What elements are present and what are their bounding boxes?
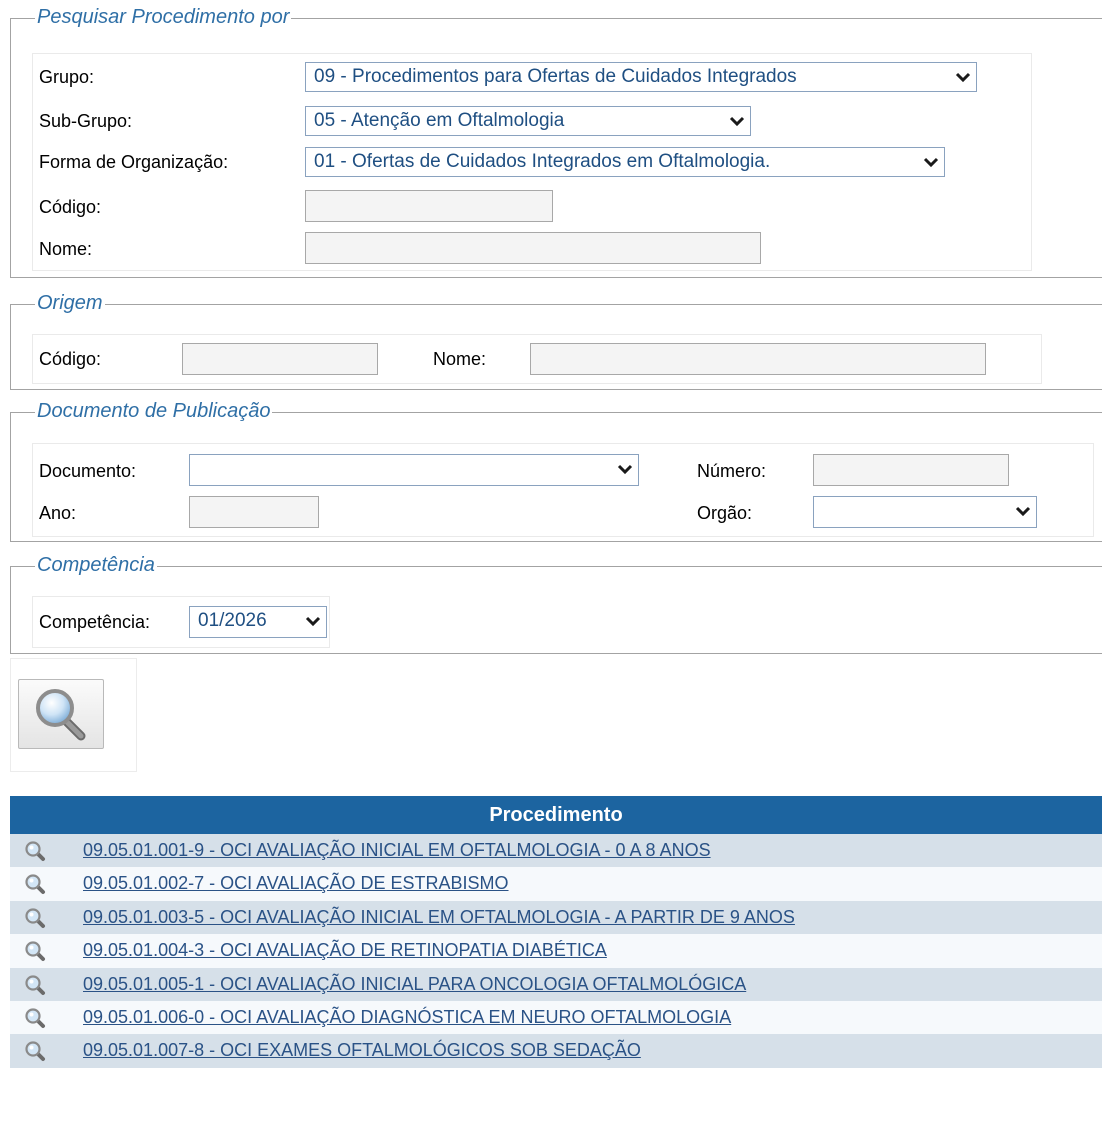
- documento-panel: Documento: Número: Ano: Orgão:: [32, 443, 1094, 537]
- procedure-link[interactable]: 09.05.01.004-3 - OCI AVALIAÇÃO DE RETINO…: [83, 934, 607, 967]
- orgao-select[interactable]: [813, 496, 1037, 528]
- codigo-input[interactable]: [305, 190, 553, 222]
- competencia-select[interactable]: 01/2026: [189, 606, 327, 638]
- fieldset-pesquisar-legend: Pesquisar Procedimento por: [35, 5, 292, 29]
- search-button[interactable]: [18, 679, 104, 749]
- pesquisar-panel: Grupo: 09 - Procedimentos para Ofertas d…: [32, 53, 1032, 271]
- magnifier-icon[interactable]: [24, 1007, 46, 1029]
- procedure-link[interactable]: 09.05.01.001-9 - OCI AVALIAÇÃO INICIAL E…: [83, 834, 711, 867]
- documento-select[interactable]: [189, 454, 639, 486]
- documento-label: Documento:: [39, 461, 137, 481]
- origem-nome-label: Nome:: [433, 349, 487, 369]
- procedure-link[interactable]: 09.05.01.002-7 - OCI AVALIAÇÃO DE ESTRAB…: [83, 867, 509, 900]
- procedure-link[interactable]: 09.05.01.003-5 - OCI AVALIAÇÃO INICIAL E…: [83, 901, 795, 934]
- nome-input[interactable]: [305, 232, 761, 264]
- magnifier-icon[interactable]: [24, 1040, 46, 1062]
- magnifier-icon[interactable]: [24, 907, 46, 929]
- subgrupo-select[interactable]: 05 - Atenção em Oftalmologia: [305, 106, 751, 136]
- table-row: 09.05.01.007-8 - OCI EXAMES OFTALMOLÓGIC…: [10, 1034, 1102, 1068]
- fieldset-origem: Origem Código: Nome:: [10, 291, 1102, 390]
- chevron-down-icon: [1015, 506, 1031, 517]
- magnifier-icon[interactable]: [24, 974, 46, 996]
- origem-codigo-label: Código:: [39, 349, 102, 369]
- numero-label: Número:: [697, 461, 767, 481]
- codigo-label: Código:: [39, 197, 102, 217]
- table-row: 09.05.01.004-3 - OCI AVALIAÇÃO DE RETINO…: [10, 934, 1102, 968]
- procedure-link[interactable]: 09.05.01.006-0 - OCI AVALIAÇÃO DIAGNÓSTI…: [83, 1001, 731, 1034]
- grupo-select-value: 09 - Procedimentos para Ofertas de Cuida…: [314, 66, 797, 87]
- numero-input[interactable]: [813, 454, 1009, 486]
- table-row: 09.05.01.003-5 - OCI AVALIAÇÃO INICIAL E…: [10, 900, 1102, 935]
- magnifier-icon: [36, 689, 86, 741]
- nome-label: Nome:: [39, 239, 93, 259]
- subgrupo-select-value: 05 - Atenção em Oftalmologia: [314, 110, 565, 131]
- search-button-panel: [10, 658, 137, 772]
- grupo-label: Grupo:: [39, 67, 95, 87]
- fieldset-origem-legend: Origem: [35, 291, 105, 315]
- fieldset-competencia-legend: Competência: [35, 553, 157, 577]
- origem-codigo-input[interactable]: [182, 343, 378, 375]
- fieldset-documento-legend: Documento de Publicação: [35, 399, 273, 423]
- table-row: 09.05.01.006-0 - OCI AVALIAÇÃO DIAGNÓSTI…: [10, 1000, 1102, 1035]
- magnifier-icon[interactable]: [24, 940, 46, 962]
- magnifier-icon[interactable]: [24, 840, 46, 862]
- results-body: 09.05.01.001-9 - OCI AVALIAÇÃO INICIAL E…: [10, 834, 1102, 1068]
- procedure-link[interactable]: 09.05.01.005-1 - OCI AVALIAÇÃO INICIAL P…: [83, 968, 746, 1001]
- subgrupo-label: Sub-Grupo:: [39, 111, 133, 131]
- procedure-link[interactable]: 09.05.01.007-8 - OCI EXAMES OFTALMOLÓGIC…: [83, 1034, 641, 1067]
- fieldset-pesquisar: Pesquisar Procedimento por Grupo: 09 - P…: [10, 5, 1102, 278]
- chevron-down-icon: [729, 116, 745, 127]
- fieldset-documento: Documento de Publicação Documento: Númer…: [10, 399, 1102, 542]
- chevron-down-icon: [923, 157, 939, 168]
- table-row: 09.05.01.001-9 - OCI AVALIAÇÃO INICIAL E…: [10, 834, 1102, 868]
- competencia-label: Competência:: [39, 612, 151, 632]
- forma-select-value: 01 - Ofertas de Cuidados Integrados em O…: [314, 151, 771, 172]
- competencia-select-value: 01/2026: [198, 610, 267, 631]
- competencia-panel: Competência: 01/2026: [32, 596, 330, 648]
- chevron-down-icon: [955, 72, 971, 83]
- ano-input[interactable]: [189, 496, 319, 528]
- forma-label: Forma de Organização:: [39, 152, 229, 172]
- results-table: Procedimento 09.05.01.001-9 - OCI AVALIA…: [10, 796, 1102, 1068]
- magnifier-icon[interactable]: [24, 873, 46, 895]
- origem-nome-input[interactable]: [530, 343, 986, 375]
- forma-select[interactable]: 01 - Ofertas de Cuidados Integrados em O…: [305, 147, 945, 177]
- orgao-label: Orgão:: [697, 503, 753, 523]
- fieldset-competencia: Competência Competência: 01/2026: [10, 553, 1102, 654]
- chevron-down-icon: [305, 616, 321, 627]
- grupo-select[interactable]: 09 - Procedimentos para Ofertas de Cuida…: [305, 62, 977, 92]
- ano-label: Ano:: [39, 503, 77, 523]
- chevron-down-icon: [617, 464, 633, 475]
- origem-panel: Código: Nome:: [32, 334, 1042, 384]
- table-row: 09.05.01.005-1 - OCI AVALIAÇÃO INICIAL P…: [10, 967, 1102, 1001]
- results-header: Procedimento: [10, 796, 1102, 834]
- table-row: 09.05.01.002-7 - OCI AVALIAÇÃO DE ESTRAB…: [10, 867, 1102, 901]
